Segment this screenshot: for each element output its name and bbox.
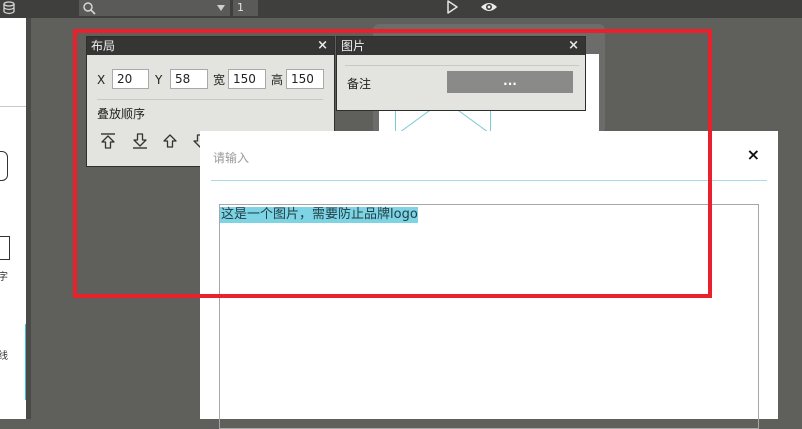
note-label: 备注 xyxy=(347,77,372,91)
width-input[interactable]: 150 xyxy=(228,69,266,89)
edit-note-button[interactable]: ... xyxy=(447,71,573,93)
search-box[interactable] xyxy=(79,0,230,16)
close-icon[interactable]: × xyxy=(317,37,328,55)
image-panel: 图片 × 备注 ... xyxy=(336,36,586,111)
selected-text[interactable]: 这是一个图片，需要防止品牌logo xyxy=(220,207,418,223)
image-panel-title: 图片 xyxy=(341,39,366,53)
height-label: 高 xyxy=(271,73,284,87)
y-input[interactable]: 58 xyxy=(170,69,208,89)
page-number-field[interactable]: 1 xyxy=(233,0,258,16)
divider xyxy=(345,65,579,66)
stack-order-label: 叠放顺序 xyxy=(97,107,146,121)
widget-library-panel: : 字 线 xyxy=(0,18,31,419)
layout-panel-title: 布局 xyxy=(91,39,116,53)
close-icon[interactable]: × xyxy=(747,145,760,164)
height-input[interactable]: 150 xyxy=(286,69,324,89)
play-icon[interactable] xyxy=(445,0,459,14)
top-toolbar: 1 xyxy=(0,0,802,18)
x-label: X xyxy=(97,73,106,87)
width-label: 宽 xyxy=(213,73,226,87)
text-widget[interactable] xyxy=(0,236,10,260)
divider xyxy=(97,99,323,100)
rounded-rect-widget[interactable] xyxy=(0,151,8,181)
widget-label-xian: 线 xyxy=(0,351,8,362)
scrollbar[interactable] xyxy=(26,18,31,419)
chevron-down-icon[interactable] xyxy=(217,5,225,11)
input-dialog: 请输入 × 这是一个图片，需要防止品牌logo xyxy=(200,131,778,429)
dialog-title: 请输入 xyxy=(213,151,250,165)
image-panel-header[interactable]: 图片 × xyxy=(337,37,585,55)
database-icon[interactable] xyxy=(2,1,16,15)
bring-to-front-icon[interactable] xyxy=(99,132,117,150)
widget-label-zi: 字 xyxy=(0,272,8,283)
preview-eye-icon[interactable] xyxy=(480,0,498,14)
x-input[interactable]: 20 xyxy=(112,69,149,89)
y-label: Y xyxy=(155,73,163,87)
bring-forward-icon[interactable] xyxy=(161,132,179,150)
send-to-back-icon[interactable] xyxy=(131,132,149,150)
divider xyxy=(211,180,767,181)
layout-panel-header[interactable]: 布局 × xyxy=(87,37,334,55)
note-textarea[interactable]: 这是一个图片，需要防止品牌logo xyxy=(219,204,759,429)
divider xyxy=(0,106,26,107)
search-icon xyxy=(83,2,96,15)
close-icon[interactable]: × xyxy=(568,37,579,55)
